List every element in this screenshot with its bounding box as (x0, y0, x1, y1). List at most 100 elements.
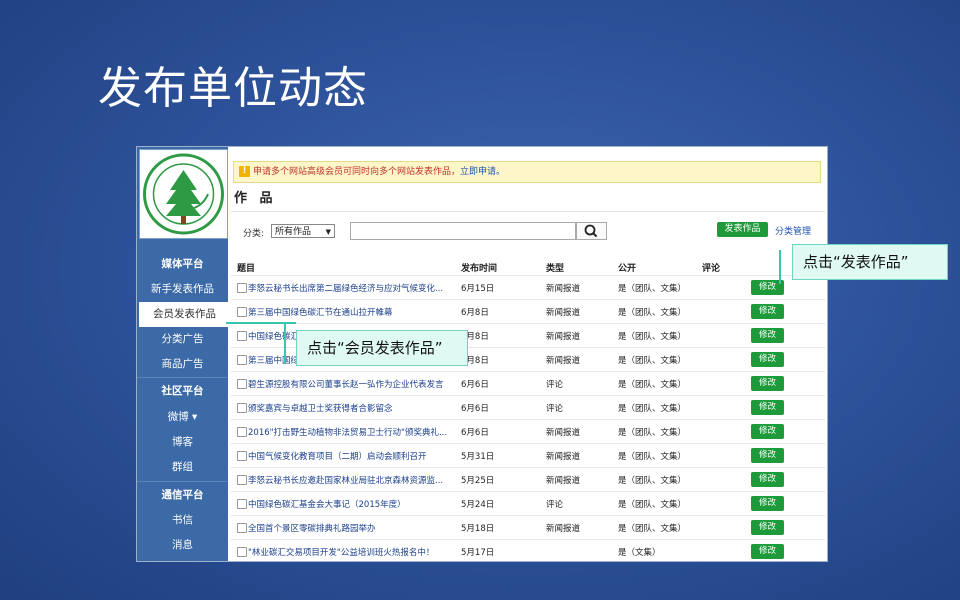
row-title-link[interactable]: 第三届中国绿色碳汇节在通山拉开帷幕 (248, 306, 393, 318)
callout-connector (284, 322, 286, 364)
row-title-link[interactable]: 第三届中国绿 (248, 354, 299, 366)
header-comment: 评论 (702, 264, 721, 274)
notice-text: 申请多个网站高级会员可同时向多个网站发表作品， (253, 167, 461, 177)
row-public: 是（团队、文集） (618, 524, 687, 534)
row-type: 新闻报道 (546, 332, 581, 342)
publish-button[interactable]: 发表作品 (717, 222, 768, 237)
notice-bar: ! 申请多个网站高级会员可同时向多个网站发表作品，立即申请。 (233, 161, 821, 183)
header-title: 题目 (237, 264, 256, 274)
edit-button[interactable]: 修改 (751, 472, 784, 487)
category-manage-link[interactable]: 分类管理 (775, 224, 811, 237)
slide-title: 发布单位动态 (98, 63, 368, 114)
table-row: 中国气候变化教育项目（二期）启动会顺利召开 5月31日 新闻报道 是（团队、文集） 修改 (231, 443, 825, 468)
foundation-logo-icon (143, 153, 224, 235)
edit-button[interactable]: 修改 (751, 400, 784, 415)
row-public: 是（团队、文集） (618, 476, 687, 486)
row-public: 是（团队、文集） (618, 284, 687, 294)
row-date: 6月6日 (461, 404, 489, 414)
row-checkbox[interactable] (237, 283, 247, 293)
row-title-link[interactable]: 李怒云秘书长出席第二届绿色经济与应对气候变化... (248, 282, 443, 294)
sidebar-item[interactable]: 新手发表作品 (137, 277, 228, 302)
row-date: 6月15日 (461, 284, 495, 294)
edit-button[interactable]: 修改 (751, 448, 784, 463)
row-type: 评论 (546, 380, 564, 390)
app-window: 媒体平台 新手发表作品 会员发表作品 分类广告 商品广告 社区平台 微博 ▾ 博客 群组 通信平台… (136, 146, 828, 562)
row-public: 是（团队、文集） (618, 308, 687, 318)
sidebar-item[interactable]: 书信 (137, 508, 228, 533)
edit-button[interactable]: 修改 (751, 424, 784, 439)
row-title-link[interactable]: 全国首个景区零碳排典礼路园举办 (248, 522, 376, 534)
row-type: 评论 (546, 404, 564, 414)
row-title-link[interactable]: 中国绿色碳汇 (248, 330, 299, 342)
row-checkbox[interactable] (237, 307, 247, 317)
callout-publish: 点击“发表作品” (792, 244, 948, 280)
header-type: 类型 (546, 264, 565, 274)
row-title-link[interactable]: 李怒云秘书长应邀赴国家林业局驻北京森林资源监... (248, 474, 443, 486)
row-title-link[interactable]: "林业碳汇交易项目开发"公益培训班火热报名中！ (248, 546, 434, 558)
row-date: 5月31日 (461, 452, 495, 462)
divider (231, 211, 825, 212)
table-row: "林业碳汇交易项目开发"公益培训班火热报名中！ 5月17日 是（文集） 修改 (231, 539, 825, 561)
row-public: 是（团队、文集） (618, 452, 687, 462)
table-row: 颁奖嘉宾与卓越卫士奖获得者合影留念 6月6日 评论 是（团队、文集） 修改 (231, 395, 825, 420)
sidebar-item[interactable]: 博客 (137, 430, 228, 455)
header-public: 公开 (618, 264, 637, 274)
sidebar-item[interactable]: 分类广告 (137, 327, 228, 352)
edit-button[interactable]: 修改 (751, 328, 784, 343)
row-checkbox[interactable] (237, 331, 247, 341)
edit-button[interactable]: 修改 (751, 376, 784, 391)
row-date: 6月8日 (461, 308, 489, 318)
apply-now-link[interactable]: 立即申请。 (460, 167, 505, 177)
table-row: 全国首个景区零碳排典礼路园举办 5月18日 新闻报道 是（团队、文集） 修改 (231, 515, 825, 540)
row-type: 新闻报道 (546, 524, 581, 534)
sidebar-item[interactable]: 会员发表作品 (137, 302, 230, 327)
row-date: 6月6日 (461, 380, 489, 390)
table-row: 李怒云秘书长应邀赴国家林业局驻北京森林资源监... 5月25日 新闻报道 是（团队、文… (231, 467, 825, 492)
table-row: 2016"打击野生动植物非法贸易卫士行动"颁奖典礼... 6月6日 新闻报道 是（团队… (231, 419, 825, 444)
search-button[interactable] (576, 222, 607, 240)
row-checkbox[interactable] (237, 499, 247, 509)
row-type: 新闻报道 (546, 428, 581, 438)
row-checkbox[interactable] (237, 475, 247, 485)
logo (139, 149, 228, 239)
category-select-value: 所有作品 (275, 227, 312, 237)
row-type: 评论 (546, 500, 564, 510)
warning-icon: ! (239, 166, 250, 177)
row-checkbox[interactable] (237, 355, 247, 365)
edit-button[interactable]: 修改 (751, 520, 784, 535)
row-date: 5月25日 (461, 476, 495, 486)
row-checkbox[interactable] (237, 403, 247, 413)
edit-button[interactable]: 修改 (751, 352, 784, 367)
row-title-link[interactable]: 碧生源控股有限公司董事长赵一弘作为企业代表发言 (248, 378, 444, 390)
edit-button[interactable]: 修改 (751, 544, 784, 559)
row-public: 是（团队、文集） (618, 380, 687, 390)
row-type: 新闻报道 (546, 356, 581, 366)
row-title-link[interactable]: 2016"打击野生动植物非法贸易卫士行动"颁奖典礼... (248, 426, 447, 438)
sidebar-item[interactable]: 微博 ▾ (137, 405, 228, 430)
sidebar-divider (137, 377, 228, 378)
row-checkbox[interactable] (237, 523, 247, 533)
row-public: 是（团队、文集） (618, 332, 687, 342)
row-date: 5月17日 (461, 548, 495, 558)
row-title-link[interactable]: 颁奖嘉宾与卓越卫士奖获得者合影留念 (248, 402, 393, 414)
row-checkbox[interactable] (237, 547, 247, 557)
row-public: 是（团队、文集） (618, 404, 687, 414)
sidebar-section-header: 社区平台 (161, 385, 204, 397)
search-icon (584, 224, 598, 238)
edit-button[interactable]: 修改 (751, 304, 784, 319)
row-title-link[interactable]: 中国气候变化教育项目（二期）启动会顺利召开 (248, 450, 427, 462)
edit-button[interactable]: 修改 (751, 496, 784, 511)
search-input[interactable] (350, 222, 576, 240)
row-type: 新闻报道 (546, 284, 581, 294)
row-public: 是（团队、文集） (618, 428, 687, 438)
category-select[interactable]: 所有作品 ▼ (271, 224, 335, 238)
row-checkbox[interactable] (237, 451, 247, 461)
callout-connector (779, 250, 781, 284)
row-type: 新闻报道 (546, 452, 581, 462)
row-checkbox[interactable] (237, 427, 247, 437)
sidebar-item[interactable]: 群组 (137, 455, 228, 480)
sidebar-item[interactable]: 消息 (137, 533, 228, 558)
sidebar-item[interactable]: 商品广告 (137, 352, 228, 377)
row-checkbox[interactable] (237, 379, 247, 389)
row-title-link[interactable]: 中国绿色碳汇基金会大事记（2015年度） (248, 498, 406, 510)
